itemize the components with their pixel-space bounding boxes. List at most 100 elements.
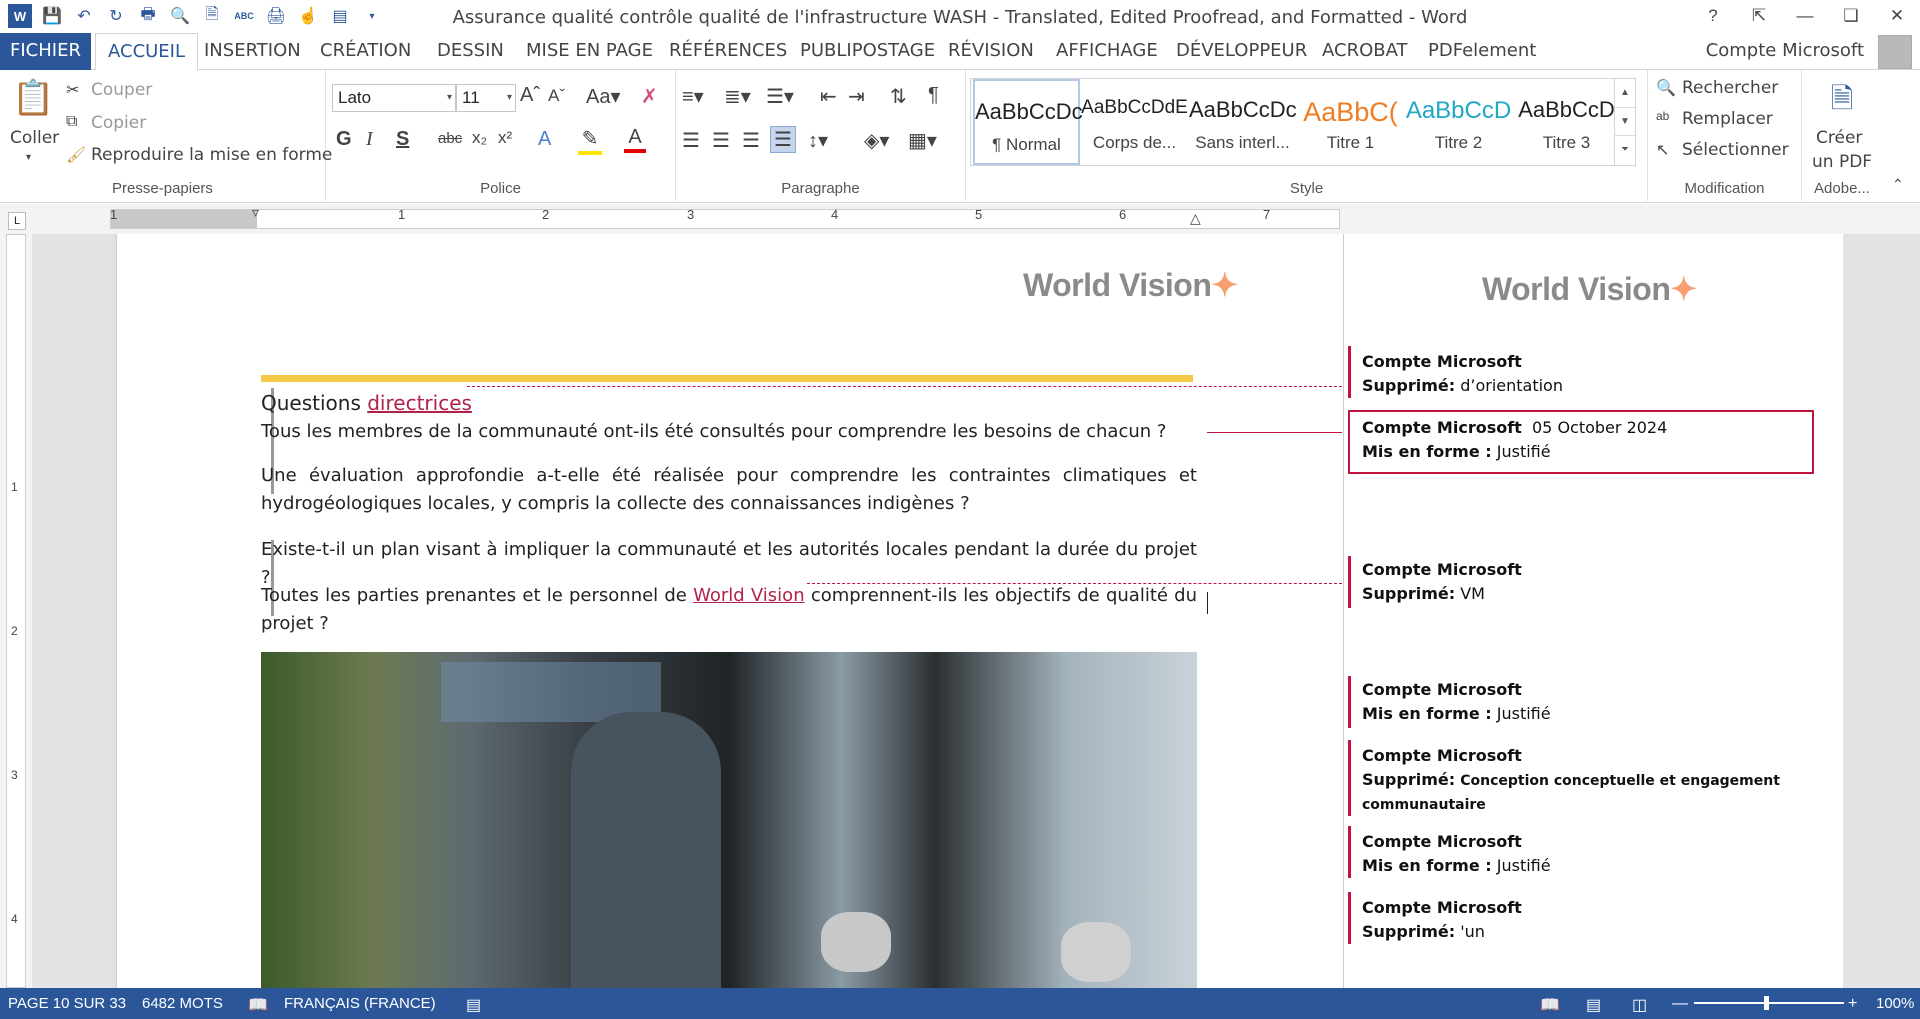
create-pdf-icon[interactable]: 🗎 xyxy=(1824,78,1860,126)
find-button[interactable]: Rechercher xyxy=(1682,78,1778,98)
italic-icon[interactable]: I xyxy=(366,128,373,151)
revision-balloon[interactable]: Compte Microsoft Supprimé: VM xyxy=(1362,558,1522,606)
print-layout-icon[interactable]: ▤ xyxy=(1586,995,1601,1015)
zoom-slider[interactable] xyxy=(1694,1002,1844,1004)
word-count[interactable]: 6482 MOTS xyxy=(142,995,223,1012)
minimize-icon[interactable]: — xyxy=(1782,0,1828,31)
tab-creation[interactable]: CRÉATION xyxy=(308,33,423,70)
font-color-icon[interactable]: A xyxy=(624,126,646,153)
close-icon[interactable]: ✕ xyxy=(1874,0,1920,31)
bullets-icon[interactable]: ≡▾ xyxy=(682,84,704,109)
select-button[interactable]: Sélectionner xyxy=(1682,140,1789,160)
question-1[interactable]: Tous les membres de la communauté ont-il… xyxy=(261,418,1197,446)
copy-button[interactable]: Copier xyxy=(91,113,146,133)
create-pdf-line1[interactable]: Créer xyxy=(1816,128,1862,148)
grow-font-icon[interactable]: Aˆ xyxy=(520,84,540,107)
ribbon-display-options-icon[interactable]: ⇱ xyxy=(1736,0,1782,31)
clear-formatting-icon[interactable]: ✗ xyxy=(641,84,658,109)
question-2[interactable]: Une évaluation approfondie a-t-elle été … xyxy=(261,462,1197,518)
tab-dessin[interactable]: DESSIN xyxy=(425,33,516,70)
bold-icon[interactable]: G xyxy=(336,128,352,151)
paste-button[interactable]: Coller xyxy=(10,128,59,148)
paste-icon[interactable]: 📋 xyxy=(12,78,54,120)
font-size-combo[interactable]: 11 ▾ xyxy=(456,84,516,112)
styles-gallery-scroll[interactable]: ▲ ▼ ⏷ xyxy=(1614,79,1635,165)
style-corps[interactable]: AaBbCcDdE Corps de... xyxy=(1081,79,1188,165)
paste-dropdown-icon[interactable]: ▾ xyxy=(26,152,31,163)
right-indent-marker-icon[interactable]: △ xyxy=(1190,210,1201,227)
zoom-in-icon[interactable]: + xyxy=(1848,995,1857,1013)
decrease-indent-icon[interactable]: ⇤ xyxy=(820,84,837,109)
tab-pdfelement[interactable]: PDFelement xyxy=(1416,33,1548,70)
align-center-icon[interactable]: ☰ xyxy=(712,128,730,153)
revision-balloon[interactable]: Compte Microsoft Supprimé: 'un xyxy=(1362,896,1522,944)
justify-icon[interactable]: ☰ xyxy=(770,126,796,153)
zoom-out-icon[interactable]: — xyxy=(1672,995,1688,1013)
tab-developpeur[interactable]: DÉVELOPPEUR xyxy=(1164,33,1319,70)
web-layout-icon[interactable]: ◫ xyxy=(1632,995,1647,1015)
document-page[interactable]: World Vision✦ Questions directrices Tous… xyxy=(117,234,1343,988)
page-count[interactable]: PAGE 10 SUR 33 xyxy=(8,995,126,1012)
cut-button[interactable]: Couper xyxy=(91,80,152,100)
subscript-icon[interactable]: x₂ xyxy=(472,128,487,148)
restore-icon[interactable]: ❏ xyxy=(1828,0,1874,31)
account-name[interactable]: Compte Microsoft xyxy=(1706,33,1864,69)
revision-balloon[interactable]: Compte Microsoft Supprimé: Conception con… xyxy=(1362,744,1802,816)
tab-mise-en-page[interactable]: MISE EN PAGE xyxy=(514,33,665,70)
replace-button[interactable]: Remplacer xyxy=(1682,109,1773,129)
style-sans-interligne[interactable]: AaBbCcDc Sans interl... xyxy=(1189,79,1297,165)
more-styles-icon[interactable]: ⏷ xyxy=(1615,135,1635,163)
read-mode-icon[interactable]: 📖 xyxy=(1540,995,1560,1015)
tab-file[interactable]: FICHIER xyxy=(0,33,91,70)
show-formatting-icon[interactable]: ¶ xyxy=(928,84,939,107)
multilevel-list-icon[interactable]: ☰▾ xyxy=(766,84,794,109)
change-case-icon[interactable]: Aa▾ xyxy=(586,84,621,109)
zoom-slider-thumb[interactable] xyxy=(1764,996,1769,1010)
tab-acrobat[interactable]: ACROBAT xyxy=(1310,33,1420,70)
line-spacing-icon[interactable]: ↕▾ xyxy=(808,128,828,153)
style-titre-1[interactable]: AaBbC( Titre 1 xyxy=(1297,79,1404,165)
tab-insertion[interactable]: INSERTION xyxy=(192,33,313,70)
proofing-icon[interactable]: 📖 xyxy=(248,995,268,1015)
tab-references[interactable]: RÉFÉRENCES xyxy=(657,33,799,70)
text-effects-icon[interactable]: A xyxy=(538,128,551,151)
tab-affichage[interactable]: AFFICHAGE xyxy=(1044,33,1170,70)
tab-revision[interactable]: RÉVISION xyxy=(936,33,1046,70)
format-painter-button[interactable]: Reproduire la mise en forme xyxy=(91,145,332,165)
revision-balloon[interactable]: Compte Microsoft 05 October 2024 Mis en f… xyxy=(1362,416,1667,464)
indent-marker-icon[interactable]: ▿ xyxy=(252,204,259,221)
create-pdf-line2[interactable]: un PDF xyxy=(1812,152,1872,172)
revision-balloon[interactable]: Compte Microsoft Mis en forme : Justifié xyxy=(1362,830,1551,878)
font-name-combo[interactable]: Lato ▾ xyxy=(332,84,456,112)
tab-accueil[interactable]: ACCUEIL xyxy=(95,33,199,71)
underline-icon[interactable]: S xyxy=(396,128,409,151)
collapse-ribbon-icon[interactable]: ⌃ xyxy=(1892,176,1904,193)
style-normal[interactable]: AaBbCcDc ¶ Normal xyxy=(973,79,1083,165)
zoom-level[interactable]: 100% xyxy=(1876,995,1914,1012)
highlight-color-icon[interactable]: ✎ xyxy=(578,126,602,155)
macro-recording-icon[interactable]: ▤ xyxy=(466,995,481,1015)
help-button[interactable]: ? xyxy=(1690,0,1736,31)
style-titre-2[interactable]: AaBbCcD Titre 2 xyxy=(1405,79,1512,165)
avatar[interactable] xyxy=(1878,35,1912,69)
question-4[interactable]: Toutes les parties prenantes et le perso… xyxy=(261,582,1197,638)
style-titre-3[interactable]: AaBbCcD Titre 3 xyxy=(1513,79,1620,165)
chevron-up-icon[interactable]: ▲ xyxy=(1615,79,1635,107)
document-photo[interactable] xyxy=(261,652,1197,988)
tab-selector-icon[interactable]: L xyxy=(8,212,26,230)
align-left-icon[interactable]: ☰ xyxy=(682,128,700,153)
shrink-font-icon[interactable]: Aˇ xyxy=(548,86,565,106)
language-status[interactable]: FRANÇAIS (FRANCE) xyxy=(284,995,436,1012)
align-right-icon[interactable]: ☰ xyxy=(742,128,760,153)
shading-icon[interactable]: ◈▾ xyxy=(864,128,889,153)
section-heading[interactable]: Questions directrices xyxy=(261,389,1197,417)
strikethrough-icon[interactable]: abc xyxy=(438,130,462,147)
increase-indent-icon[interactable]: ⇥ xyxy=(848,84,865,109)
sort-icon[interactable]: ⇅ xyxy=(890,84,907,109)
borders-icon[interactable]: ▦▾ xyxy=(908,128,937,153)
numbering-icon[interactable]: ≣▾ xyxy=(724,84,751,109)
superscript-icon[interactable]: x² xyxy=(498,128,512,148)
vertical-ruler-strip[interactable] xyxy=(6,234,26,988)
chevron-down-icon[interactable]: ▼ xyxy=(1615,107,1635,135)
revision-balloon[interactable]: Compte Microsoft Mis en forme : Justifié xyxy=(1362,678,1551,726)
